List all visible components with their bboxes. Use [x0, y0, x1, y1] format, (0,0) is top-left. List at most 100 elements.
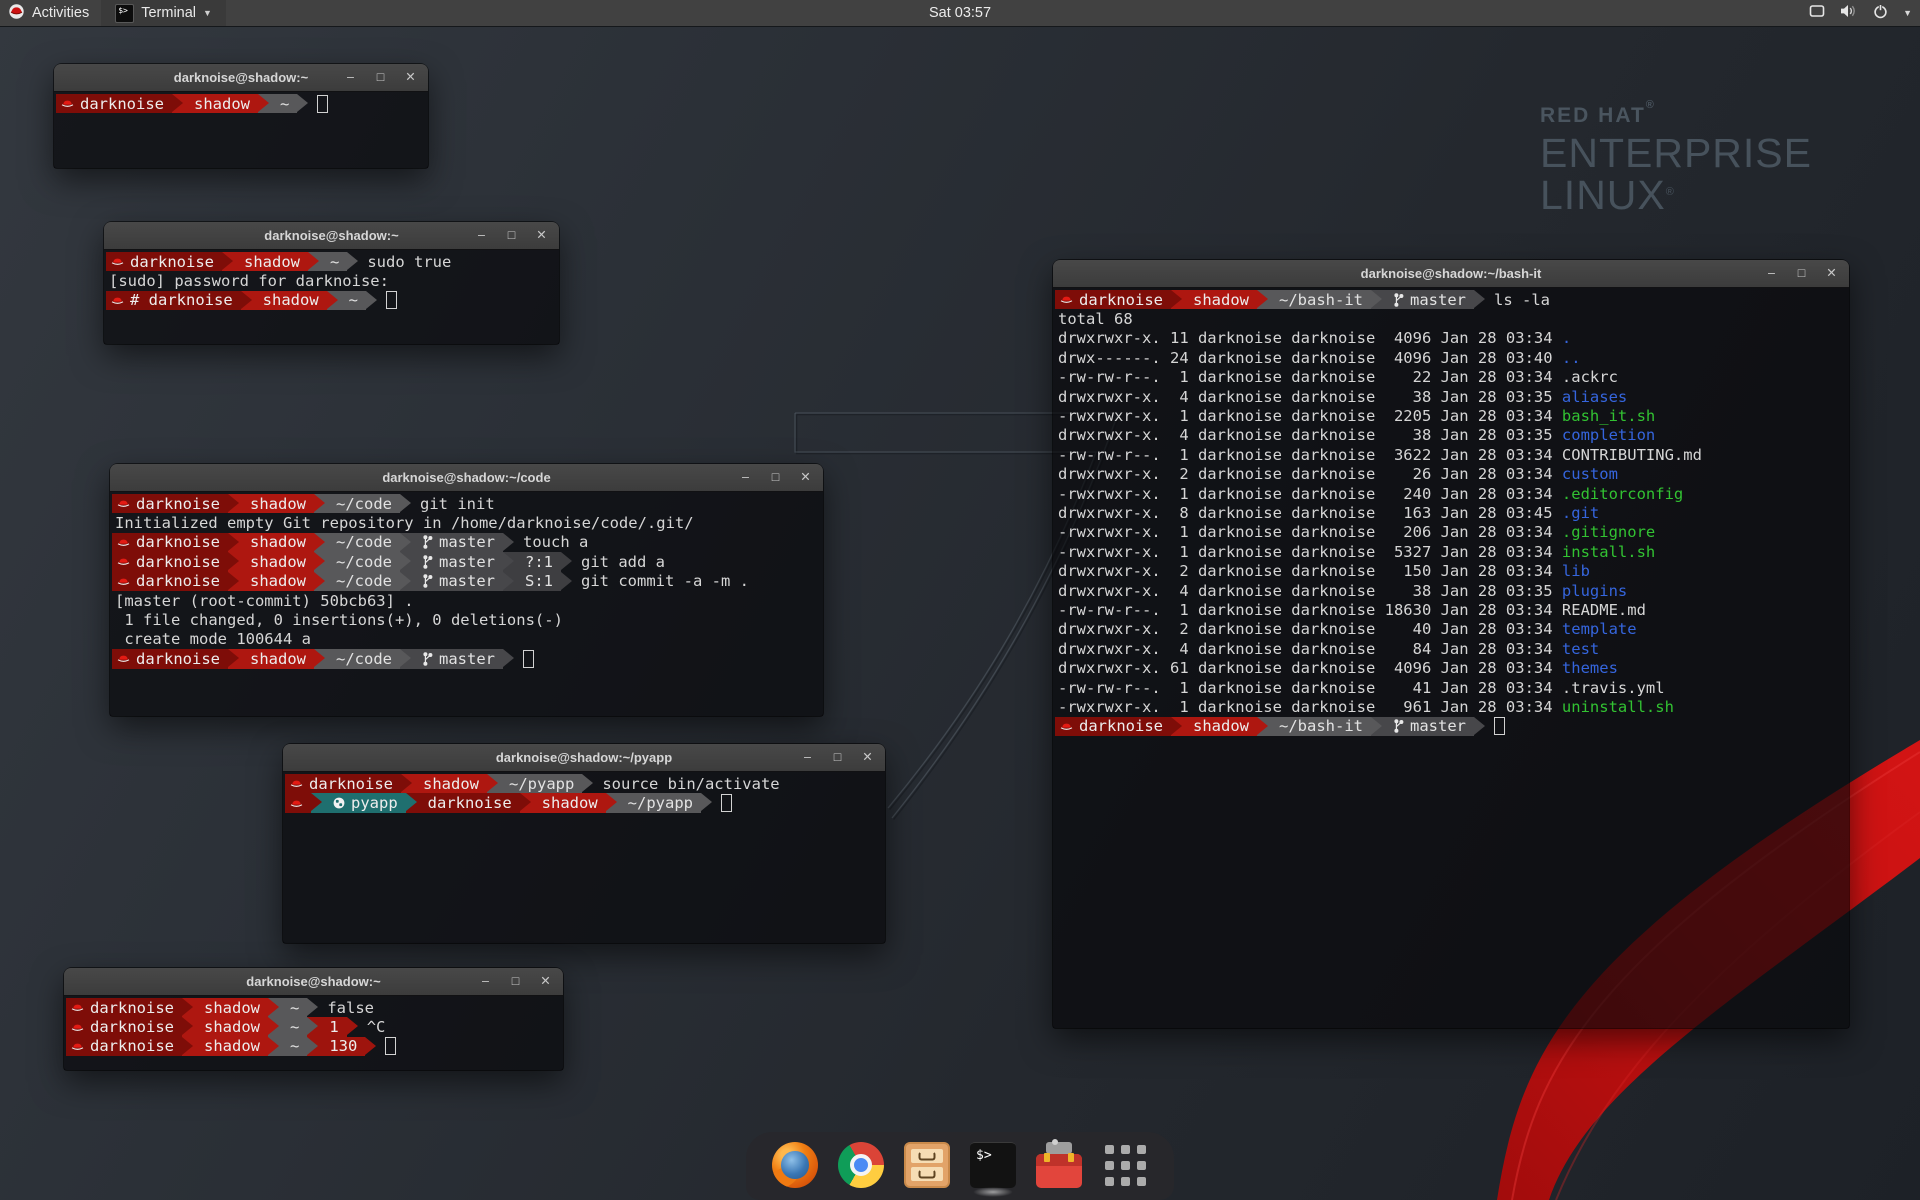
redhat-icon: [117, 537, 130, 548]
maximize-button[interactable]: □: [374, 71, 387, 84]
close-button[interactable]: ✕: [404, 71, 417, 84]
prompt-segment: darknoise: [112, 533, 228, 552]
ls-line: drwxrwxr-x. 4 darknoise darknoise 38 Jan…: [1055, 426, 1849, 445]
dock: $>: [746, 1132, 1174, 1200]
powerline-arrow: [1474, 717, 1485, 736]
activities-button[interactable]: Activities: [0, 0, 101, 26]
ls-line: -rw-rw-r--. 1 darknoise darknoise 41 Jan…: [1055, 678, 1849, 697]
dock-item-files[interactable]: [904, 1142, 950, 1188]
close-button[interactable]: ✕: [535, 229, 548, 242]
prompt-segment: darknoise: [112, 494, 228, 513]
powerline-arrow: [503, 533, 514, 552]
chrome-icon: [838, 1142, 884, 1188]
minimize-button[interactable]: –: [475, 229, 488, 242]
terminal-content[interactable]: darknoiseshadow~sudo true[sudo] password…: [104, 249, 559, 344]
terminal-icon: $>: [970, 1142, 1016, 1188]
powerline-arrow: [561, 572, 572, 591]
maximize-button[interactable]: □: [769, 471, 782, 484]
ls-filename: CONTRIBUTING.md: [1562, 446, 1702, 464]
titlebar[interactable]: darknoise@shadow:~ – □ ✕: [64, 968, 563, 996]
prompt-segment: ~/code: [325, 649, 400, 668]
prompt-segment-label: ~/pyapp: [509, 775, 574, 793]
ls-filename: plugins: [1562, 582, 1627, 600]
dock-item-toolbox[interactable]: [1036, 1142, 1082, 1188]
dock-item-chrome[interactable]: [838, 1142, 884, 1188]
powerline-arrow: [228, 494, 239, 513]
ls-line-fields: drwxrwxr-x. 8 darknoise darknoise 163 Ja…: [1058, 504, 1562, 522]
maximize-button[interactable]: □: [505, 229, 518, 242]
prompt-segment: ~/code: [325, 552, 400, 571]
ls-line: drwxrwxr-x. 11 darknoise darknoise 4096 …: [1055, 329, 1849, 348]
dock-item-terminal[interactable]: $>: [970, 1142, 1016, 1188]
window-controls: – □ ✕: [344, 64, 417, 91]
titlebar[interactable]: darknoise@shadow:~–□✕: [54, 64, 428, 92]
powerline-arrow: [1371, 717, 1382, 736]
terminal-content[interactable]: darknoiseshadow~/codegit initInitialized…: [110, 491, 823, 716]
minimize-button[interactable]: –: [344, 71, 357, 84]
prompt-segment: ?:1: [514, 552, 561, 571]
maximize-button[interactable]: □: [509, 975, 522, 988]
terminal-window-home-idle: darknoise@shadow:~–□✕darknoiseshadow~: [54, 64, 428, 168]
command-text: false: [318, 999, 374, 1017]
prompt-segment: shadow: [252, 291, 327, 310]
window-title: darknoise@shadow:~: [246, 974, 380, 989]
prompt-line: darknoiseshadow~130: [66, 1037, 563, 1056]
terminal-content[interactable]: darknoiseshadow~falsedarknoiseshadow~1^C…: [64, 995, 563, 1070]
prompt-segment-label: shadow: [204, 1037, 260, 1055]
powerline-arrow: [520, 793, 531, 812]
command-text: source bin/activate: [593, 775, 779, 793]
window-title: darknoise@shadow:~/code: [382, 470, 550, 485]
prompt-segment: shadow: [1182, 290, 1257, 309]
terminal-content[interactable]: darknoiseshadow~: [54, 91, 428, 168]
minimize-button[interactable]: –: [739, 471, 752, 484]
titlebar[interactable]: darknoise@shadow:~–□✕: [104, 222, 559, 250]
prompt-segment-label: darknoise: [90, 999, 174, 1017]
prompt-segment-label: ~: [330, 253, 339, 271]
dock-item-app-grid[interactable]: [1102, 1142, 1148, 1188]
prompt-segment: shadow: [193, 998, 268, 1017]
powerline-arrow: [297, 94, 308, 113]
app-menu-terminal[interactable]: $> Terminal ▼: [101, 0, 226, 26]
ls-filename: .travis.yml: [1562, 679, 1665, 697]
prompt-segment: ~/code: [325, 572, 400, 591]
ls-filename: template: [1562, 620, 1637, 638]
dock-item-firefox[interactable]: [772, 1142, 818, 1188]
window-controls: – □ ✕: [1765, 260, 1838, 287]
prompt-segment-label: S:1: [525, 572, 553, 590]
rhel-logo-line3: LINUX®: [1540, 174, 1812, 217]
close-button[interactable]: ✕: [1825, 267, 1838, 280]
screen-icon: [1809, 4, 1825, 22]
system-status-area[interactable]: ▼: [1809, 0, 1912, 26]
ls-line-fields: -rwxrwxr-x. 1 darknoise darknoise 2205 J…: [1058, 407, 1562, 425]
powerline-arrow: [314, 533, 325, 552]
clock[interactable]: Sat 03:57: [929, 5, 991, 21]
maximize-button[interactable]: □: [1795, 267, 1808, 280]
terminal-content[interactable]: darknoiseshadow~/bash-itmasterls -latota…: [1053, 287, 1849, 1028]
terminal-content[interactable]: darknoiseshadow~/pyappsource bin/activat…: [283, 771, 885, 943]
prompt-segment: ~/code: [325, 494, 400, 513]
command-text: touch a: [514, 533, 588, 551]
titlebar[interactable]: darknoise@shadow:~/code – □ ✕: [110, 464, 823, 492]
minimize-button[interactable]: –: [801, 751, 814, 764]
minimize-button[interactable]: –: [1765, 267, 1778, 280]
git-branch-icon: [422, 574, 433, 588]
redhat-icon: [71, 1041, 84, 1052]
minimize-button[interactable]: –: [479, 975, 492, 988]
terminal-cursor: [385, 1037, 396, 1055]
close-button[interactable]: ✕: [539, 975, 552, 988]
powerline-arrow: [182, 1017, 193, 1036]
maximize-button[interactable]: □: [831, 751, 844, 764]
close-button[interactable]: ✕: [799, 471, 812, 484]
prompt-segment: darknoise: [56, 94, 172, 113]
window-controls: – □ ✕: [475, 222, 548, 249]
prompt-segment-label: shadow: [250, 533, 306, 551]
titlebar[interactable]: darknoise@shadow:~/pyapp–□✕: [283, 744, 885, 772]
prompt-segment-label: darknoise: [90, 1018, 174, 1036]
prompt-segment: master: [1382, 717, 1474, 736]
powerline-arrow: [314, 572, 325, 591]
close-button[interactable]: ✕: [861, 751, 874, 764]
prompt-segment: darknoise: [66, 998, 182, 1017]
rhel-logo-line2: ENTERPRISE: [1540, 132, 1812, 175]
ls-line-fields: drwxrwxr-x. 4 darknoise darknoise 38 Jan…: [1058, 582, 1562, 600]
titlebar[interactable]: darknoise@shadow:~/bash-it–□✕: [1053, 260, 1849, 288]
